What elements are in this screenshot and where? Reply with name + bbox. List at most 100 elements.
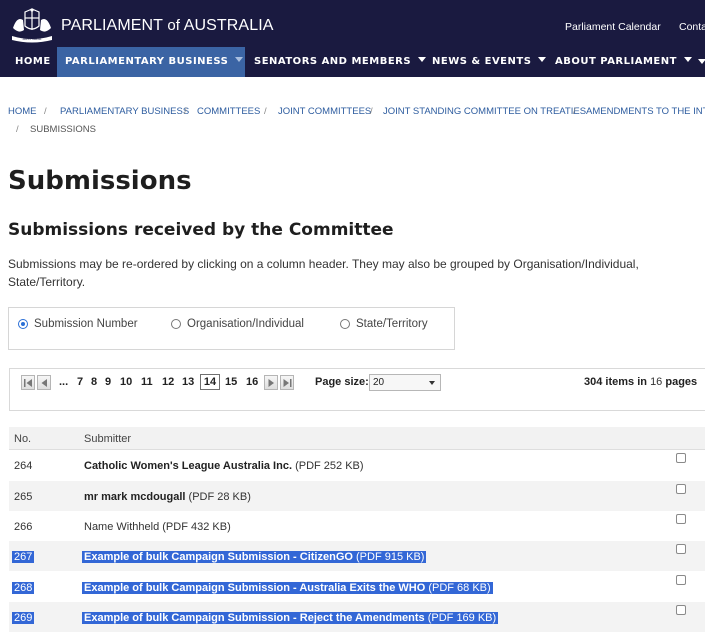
radio-label: Submission Number [34, 318, 138, 330]
row-checkbox[interactable] [676, 514, 686, 524]
total-items: 304 [584, 376, 603, 388]
chevron-down-icon [429, 381, 435, 385]
submitter-name: mr mark mcdougall [84, 491, 186, 503]
submitter-link[interactable]: Catholic Women's League Australia Inc. (… [84, 460, 364, 472]
submitter-name: Catholic Women's League Australia Inc. [84, 460, 292, 472]
file-size: (PDF 169 KB) [427, 612, 497, 624]
breadcrumb-home[interactable]: HOME [8, 106, 37, 117]
submitter-link[interactable]: Example of bulk Campaign Submission - Au… [82, 582, 493, 594]
current-page: 14 [200, 374, 220, 390]
page-link[interactable]: 8 [91, 376, 97, 388]
row-checkbox[interactable] [676, 453, 686, 463]
chevron-down-icon [683, 57, 692, 62]
breadcrumb-separator: / [16, 124, 19, 135]
breadcrumb-joint-standing-committee[interactable]: JOINT STANDING COMMITTEE ON TREATIES [383, 106, 586, 117]
submission-number: 269 [12, 612, 35, 624]
pager-ellipsis[interactable]: ... [59, 376, 68, 388]
row-checkbox[interactable] [676, 484, 686, 494]
radio-selected-icon [18, 319, 28, 329]
submitter-name: Example of bulk Campaign Submission - Re… [84, 612, 425, 624]
nav-about-parliament-label: ABOUT PARLIAMENT [555, 56, 677, 67]
pages-label: pages [665, 376, 698, 388]
page-size-label: Page size: [315, 376, 369, 388]
page-title: Submissions [8, 166, 192, 196]
site-header: AUSTRALIA PARLIAMENT of AUSTRALIA Parlia… [0, 0, 705, 47]
breadcrumb-current: SUBMISSIONS [30, 124, 96, 135]
nav-home-label: HOME [15, 56, 51, 67]
table-row: 266 Name Withheld (PDF 432 KB) [9, 511, 705, 541]
page-link[interactable]: 7 [77, 376, 83, 388]
row-checkbox[interactable] [676, 575, 686, 585]
page-size-select[interactable]: 20 [369, 374, 441, 391]
parliament-calendar-link[interactable]: Parliament Calendar [565, 21, 661, 33]
radio-unselected-icon [340, 319, 350, 329]
contact-link[interactable]: Conta [679, 21, 705, 33]
last-page-icon [283, 379, 292, 387]
nav-overflow-chevron-icon[interactable] [698, 59, 705, 64]
page-link[interactable]: 11 [141, 376, 153, 388]
nav-home[interactable]: HOME [15, 47, 51, 77]
file-size: (PDF 28 KB) [188, 491, 251, 503]
submission-number: 266 [14, 521, 33, 533]
page-link[interactable]: 9 [105, 376, 111, 388]
row-checkbox[interactable] [676, 605, 686, 615]
coat-of-arms-logo[interactable]: AUSTRALIA [8, 6, 56, 44]
breadcrumb-separator: / [44, 106, 47, 117]
nav-parliamentary-business-label: PARLIAMENTARY BUSINESS [65, 56, 229, 67]
page-link[interactable]: 16 [246, 376, 258, 388]
nav-about-parliament[interactable]: ABOUT PARLIAMENT [555, 47, 692, 77]
first-page-button[interactable] [21, 375, 35, 390]
site-title-end: AUSTRALIA [183, 17, 274, 34]
breadcrumb-committees[interactable]: COMMITTEES [197, 106, 260, 117]
breadcrumb-joint-committees[interactable]: JOINT COMMITTEES [278, 106, 371, 117]
breadcrumb-parliamentary-business[interactable]: PARLIAMENTARY BUSINESS [60, 106, 189, 117]
nav-parliamentary-business[interactable]: PARLIAMENTARY BUSINESS [57, 47, 245, 77]
prev-page-button[interactable] [37, 375, 51, 390]
submitter-link[interactable]: Name Withheld (PDF 432 KB) [84, 521, 231, 533]
breadcrumb-amendments[interactable]: AMENDMENTS TO THE INTER [586, 106, 705, 117]
intro-text: Submissions may be re-ordered by clickin… [8, 257, 639, 289]
chevron-down-icon [418, 57, 427, 62]
table-row: 268 Example of bulk Campaign Submission … [9, 572, 705, 602]
breadcrumb-separator: / [370, 106, 373, 117]
page-link[interactable]: 12 [162, 376, 174, 388]
next-page-button[interactable] [264, 375, 278, 390]
file-size: (PDF 252 KB) [295, 460, 364, 472]
chevron-down-icon [235, 57, 244, 62]
nav-senators-members-label: SENATORS AND MEMBERS [254, 56, 412, 67]
submitter-link[interactable]: Example of bulk Campaign Submission - Re… [82, 612, 499, 624]
file-size: (PDF 915 KB) [356, 551, 425, 563]
submitter-name: Name Withheld [84, 521, 160, 533]
column-header-no[interactable]: No. [14, 433, 31, 445]
page-link[interactable]: 15 [225, 376, 237, 388]
last-page-button[interactable] [280, 375, 294, 390]
nav-news-events[interactable]: NEWS & EVENTS [432, 47, 547, 77]
section-title: Submissions received by the Committee [8, 220, 394, 240]
radio-unselected-icon [171, 319, 181, 329]
column-header-submitter[interactable]: Submitter [84, 433, 131, 445]
submitter-link[interactable]: mr mark mcdougall (PDF 28 KB) [84, 491, 251, 503]
table-row: 267 Example of bulk Campaign Submission … [9, 541, 705, 571]
site-title[interactable]: PARLIAMENT of AUSTRALIA [61, 17, 274, 35]
table-header: No. Submitter [9, 427, 705, 450]
table-row: 265 mr mark mcdougall (PDF 28 KB) [9, 481, 705, 511]
row-checkbox[interactable] [676, 544, 686, 554]
grouping-options: Submission Number Organisation/Individua… [8, 307, 455, 350]
submitter-link[interactable]: Example of bulk Campaign Submission - Ci… [82, 551, 427, 563]
nav-senators-members[interactable]: SENATORS AND MEMBERS [254, 47, 427, 77]
submission-number: 267 [12, 551, 35, 563]
pager: ... 7 8 9 10 11 12 13 14 15 16 Page size… [9, 368, 705, 411]
file-size: (PDF 432 KB) [162, 521, 231, 533]
page-link[interactable]: 13 [182, 376, 194, 388]
submission-number: 268 [12, 582, 35, 594]
chevron-down-icon [538, 57, 547, 62]
main-nav: HOME PARLIAMENTARY BUSINESS SENATORS AND… [0, 47, 705, 77]
submitter-name: Example of bulk Campaign Submission - Ci… [84, 551, 353, 563]
page-link[interactable]: 10 [120, 376, 132, 388]
radio-label: Organisation/Individual [187, 318, 304, 330]
site-title-main: PARLIAMENT [61, 17, 163, 34]
table-row: 269 Example of bulk Campaign Submission … [9, 602, 705, 632]
submitter-name: Example of bulk Campaign Submission - Au… [84, 582, 426, 594]
breadcrumb-separator: / [184, 106, 187, 117]
nav-news-events-label: NEWS & EVENTS [432, 56, 532, 67]
